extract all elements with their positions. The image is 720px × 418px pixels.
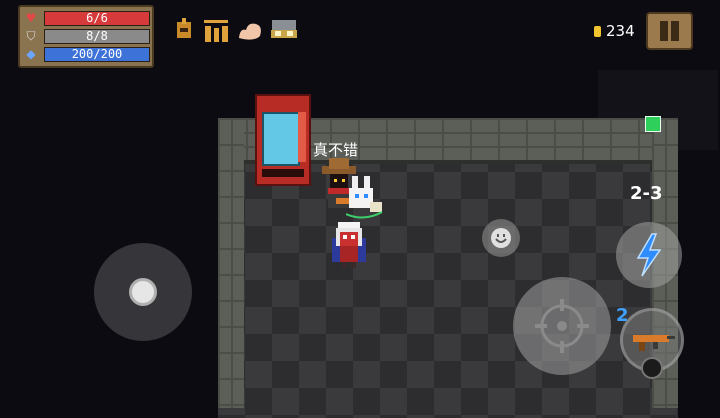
pause-icon-bar-left [660,21,668,41]
skill-button[interactable] [616,222,682,288]
attack-button[interactable] [513,277,611,375]
armor-value: 8/8 [86,29,108,43]
family-figures-icon [204,20,228,42]
heart-icon: ♥ [25,11,37,25]
speech-bubble-text: 真不错 [313,141,359,159]
shield-icon: ⛉ [26,29,36,43]
energy-bar: 200/200 [44,47,150,62]
armor-row: ⛉ 8/8 [24,29,150,44]
dungeon-wall-left [218,118,244,408]
floor-level-indicator: 2-3 [630,183,663,204]
goggles-helmet-icon [271,20,297,38]
smiley-face-icon [491,228,511,248]
energy-value: 200/200 [71,47,123,61]
gold-coin-icon [594,26,601,37]
energy-row: ◆ 200/200 [24,47,150,62]
player-stats-panel: ♥ 6/6 ⛉ 8/8 ◆ 200/200 [18,5,154,68]
health-row: ♥ 6/6 [24,11,150,26]
pause-button[interactable] [646,12,693,50]
hero-character[interactable] [330,222,368,268]
vending-machine-panel [298,112,306,162]
lightning-bolt-icon [636,233,662,277]
weapon-energy-cost: 2 [616,305,629,326]
health-value: 6/6 [86,11,108,25]
bunny-pet-character [346,176,383,219]
vending-machine-slot [262,169,304,177]
pause-icon-bar-right [671,21,679,41]
crosshair-icon [535,299,589,353]
swap-weapon-button[interactable] [641,357,663,379]
spartan-helmet-icon [177,18,191,38]
vending-machine[interactable] [255,94,311,186]
muscle-arm-icon [239,23,261,40]
gold-count: 234 [606,22,635,40]
vending-machine-glass [262,112,300,166]
energy-diamond-icon: ◆ [26,47,36,61]
armor-bar: 8/8 [44,29,150,44]
health-bar: 6/6 [44,11,150,26]
joystick-knob[interactable] [129,278,157,306]
minimap-home-icon [645,116,661,132]
